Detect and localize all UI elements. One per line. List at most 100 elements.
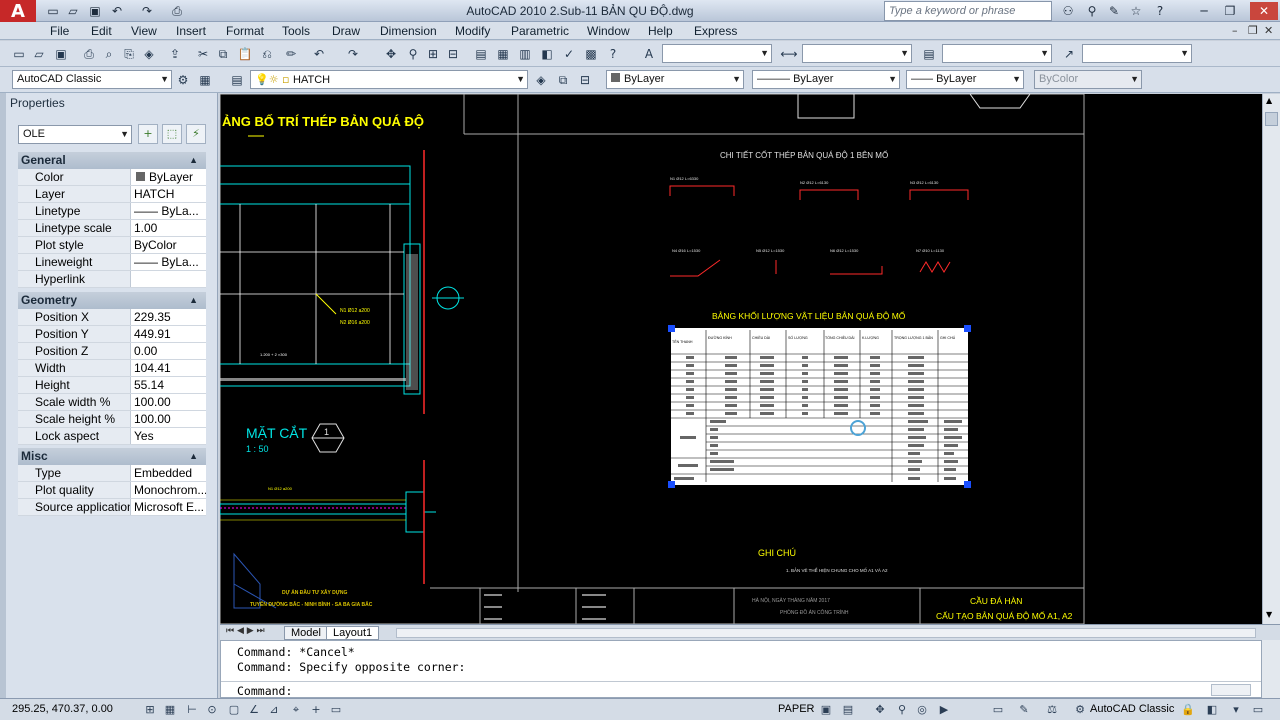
match-properties-icon[interactable]: ⎌ <box>258 45 276 63</box>
prop-row[interactable]: Linetype —— ByLa... <box>18 203 206 220</box>
block-editor-icon[interactable]: ✏ <box>282 45 300 63</box>
prop-row[interactable]: Lock aspect Yes <box>18 428 206 445</box>
color-combo[interactable]: ByLayer ▼ <box>606 70 744 89</box>
menu-help[interactable]: Help <box>648 23 673 39</box>
publish-icon[interactable]: ⎘ <box>120 45 138 63</box>
menu-parametric[interactable]: Parametric <box>511 23 569 39</box>
menu-tools[interactable]: Tools <box>282 23 310 39</box>
undo-icon[interactable]: ↶ <box>310 45 328 63</box>
open-icon[interactable]: ▱ <box>30 45 48 63</box>
prop-row[interactable]: Linetype scale 1.00 <box>18 220 206 237</box>
command-scroll[interactable] <box>1211 684 1251 696</box>
3d-dwf-icon[interactable]: ◈ <box>140 45 158 63</box>
cut-icon[interactable]: ✂ <box>194 45 212 63</box>
menu-draw[interactable]: Draw <box>332 23 360 39</box>
menu-format[interactable]: Format <box>226 23 264 39</box>
scroll-up-icon[interactable]: ▲ <box>1266 96 1272 105</box>
dim-style-icon[interactable]: ⟷ <box>780 45 798 63</box>
prop-row[interactable]: Lineweight —— ByLa... <box>18 254 206 271</box>
otrack-icon[interactable]: ∠ <box>246 702 262 718</box>
copy-icon[interactable]: ⧉ <box>214 45 232 63</box>
menu-view[interactable]: View <box>131 23 157 39</box>
search-input[interactable]: Type a keyword or phrase <box>884 1 1052 21</box>
etransmit-icon[interactable]: ⇪ <box>166 45 184 63</box>
multileader-style-combo[interactable]: ▼ <box>1082 44 1192 63</box>
plot-icon[interactable]: ⎙ <box>168 2 186 20</box>
layer-combo[interactable]: 💡☼ ▫ HATCH ▼ <box>250 70 528 89</box>
snap-mode-icon[interactable]: ⊞ <box>142 702 158 718</box>
collapse-icon[interactable]: ▲ <box>189 152 198 169</box>
properties-icon[interactable]: ▤ <box>472 45 490 63</box>
prop-value[interactable]: 449.91 <box>132 326 206 342</box>
collapse-icon[interactable]: ▲ <box>189 448 198 465</box>
grip-handle[interactable] <box>668 481 675 488</box>
workspace-combo[interactable]: AutoCAD Classic ▼ <box>12 70 172 89</box>
polar-tracking-icon[interactable]: ⊙ <box>204 702 220 718</box>
undo-icon[interactable]: ↶ <box>108 2 126 20</box>
toolbar-lock-icon[interactable]: 🔒 <box>1180 702 1196 718</box>
zoom-previous-icon[interactable]: ⊟ <box>444 45 462 63</box>
prop-row[interactable]: Height 55.14 <box>18 377 206 394</box>
scroll-thumb[interactable] <box>1265 112 1278 126</box>
menu-edit[interactable]: Edit <box>91 23 112 39</box>
tab-model[interactable]: Model <box>284 626 328 640</box>
steering-wheel-icon[interactable]: ◎ <box>914 702 930 718</box>
lineweight-icon[interactable]: + <box>308 702 324 718</box>
workspace-settings-icon[interactable]: ⚙ <box>174 71 192 89</box>
tool-palettes-icon[interactable]: ▥ <box>516 45 534 63</box>
grip-handle[interactable] <box>668 325 675 332</box>
section-misc[interactable]: Misc ▲ <box>18 448 206 465</box>
prop-value[interactable]: Yes <box>132 428 206 444</box>
quick-view-layouts-icon[interactable]: ▣ <box>818 702 834 718</box>
command-window[interactable]: Command: *Cancel* Command: Specify oppos… <box>220 640 1262 698</box>
prop-row[interactable]: Position Z 0.00 <box>18 343 206 360</box>
toggle-pickadd-icon[interactable]: + <box>138 124 158 144</box>
help-icon[interactable]: ? <box>1150 2 1170 20</box>
prop-row[interactable]: Source application Microsoft E... <box>18 499 206 516</box>
grip-handle[interactable] <box>964 481 971 488</box>
new-file-icon[interactable]: ▭ <box>44 2 62 20</box>
layer-previous-icon[interactable]: ⧉ <box>554 71 572 89</box>
dyn-input-icon[interactable]: ⌖ <box>288 702 304 718</box>
menu-window[interactable]: Window <box>587 23 630 39</box>
doc-close-icon[interactable]: ✕ <box>1264 24 1273 37</box>
prop-value[interactable]: 104.41 <box>132 360 206 376</box>
subscription-icon[interactable]: ✎ <box>1104 2 1124 20</box>
hardware-acceleration-icon[interactable]: ◧ <box>1204 702 1220 718</box>
tab-nav-icons[interactable]: ⏮ ◀ ▶ ⏭ <box>226 626 265 636</box>
showmotion-icon[interactable]: ▶ <box>936 702 952 718</box>
layer-states-icon[interactable]: ⊟ <box>576 71 594 89</box>
vertical-scrollbar[interactable]: ▲ ▼ <box>1262 94 1280 624</box>
plot-icon[interactable]: ⎙ <box>80 45 98 63</box>
menu-express[interactable]: Express <box>694 23 737 39</box>
markup-icon[interactable]: ✓ <box>560 45 578 63</box>
annotation-visibility-icon[interactable]: ✎ <box>1016 702 1032 718</box>
prop-value[interactable]: 55.14 <box>132 377 206 393</box>
paste-icon[interactable]: 📋 <box>236 45 254 63</box>
sheet-set-icon[interactable]: ◧ <box>538 45 556 63</box>
paper-toggle[interactable]: PAPER <box>778 703 814 715</box>
drawing-canvas[interactable]: ẢNG BỐ TRÍ THÉP BẢN QUÁ ĐỘ N1 Ø12 a200 N… <box>220 94 1262 624</box>
prop-row[interactable]: Scale height % 100.00 <box>18 411 206 428</box>
prop-row[interactable]: Plot quality Monochrom... <box>18 482 206 499</box>
minimize-icon[interactable]: ─ <box>1194 2 1214 20</box>
object-snap-icon[interactable]: ▢ <box>226 702 242 718</box>
workspace-status[interactable]: AutoCAD Classic <box>1090 703 1174 715</box>
zoom-realtime-icon[interactable]: ⚲ <box>404 45 422 63</box>
linetype-combo[interactable]: ——— ByLayer ▼ <box>752 70 900 89</box>
dim-style-combo[interactable]: ▼ <box>802 44 912 63</box>
text-style-combo[interactable]: ▼ <box>662 44 772 63</box>
command-scrollbar[interactable] <box>1262 640 1280 698</box>
communication-icon[interactable]: ⚇ <box>1058 2 1078 20</box>
menu-insert[interactable]: Insert <box>176 23 206 39</box>
autocad-logo-icon[interactable]: A <box>0 0 36 24</box>
menu-dimension[interactable]: Dimension <box>380 23 437 39</box>
redo-icon[interactable]: ↷ <box>138 2 156 20</box>
prop-row[interactable]: Width 104.41 <box>18 360 206 377</box>
prop-row[interactable]: Color ByLayer <box>18 169 206 186</box>
grid-display-icon[interactable]: ▦ <box>162 702 178 718</box>
palette-grip[interactable] <box>0 93 6 698</box>
section-general[interactable]: General ▲ <box>18 152 206 169</box>
select-objects-icon[interactable]: ⬚ <box>162 124 182 144</box>
text-style-icon[interactable]: A <box>640 45 658 63</box>
